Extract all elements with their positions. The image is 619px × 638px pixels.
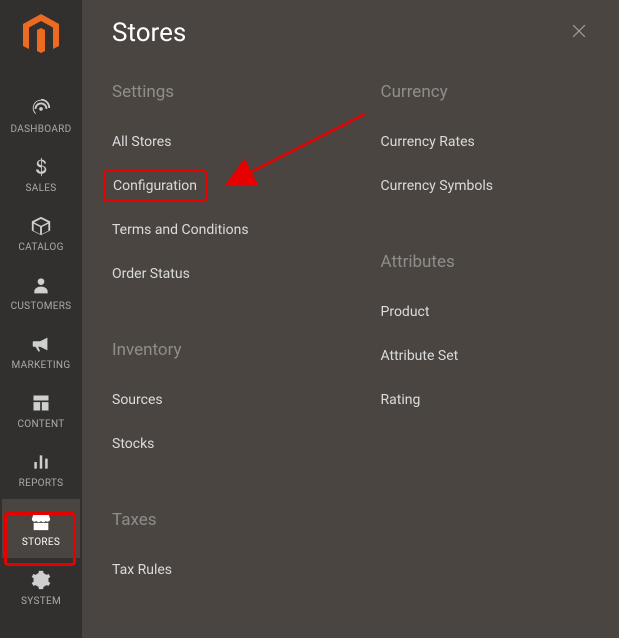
nav-dashboard[interactable]: Dashboard: [2, 86, 80, 145]
bar-chart-icon: [31, 450, 51, 474]
nav-customers[interactable]: Customers: [2, 263, 80, 322]
close-icon: [569, 21, 589, 41]
nav-label: Customers: [11, 301, 72, 312]
section-title: Taxes: [112, 510, 321, 530]
nav-system[interactable]: System: [2, 558, 80, 617]
section-currency: Currency Currency Rates Currency Symbols: [381, 82, 590, 204]
box-icon: [30, 214, 52, 238]
section-settings: Settings All Stores Configuration Terms …: [112, 82, 321, 292]
link-all-stores[interactable]: All Stores: [112, 124, 321, 160]
left-column: Settings All Stores Configuration Terms …: [112, 82, 321, 636]
link-currency-rates[interactable]: Currency Rates: [381, 124, 590, 160]
section-title: Settings: [112, 82, 321, 102]
section-taxes: Taxes Tax Rules: [112, 510, 321, 588]
layout-icon: [31, 391, 51, 415]
magento-logo-icon: [23, 14, 59, 56]
link-sources[interactable]: Sources: [112, 382, 321, 418]
link-product[interactable]: Product: [381, 294, 590, 330]
section-attributes: Attributes Product Attribute Set Rating: [381, 252, 590, 418]
link-currency-symbols[interactable]: Currency Symbols: [381, 168, 590, 204]
logo[interactable]: [23, 14, 59, 60]
person-icon: [31, 273, 51, 297]
stores-panel: Stores Settings All Stores Configuration…: [82, 0, 619, 638]
section-title: Attributes: [381, 252, 590, 272]
gear-icon: [31, 568, 51, 592]
nav-content[interactable]: Content: [2, 381, 80, 440]
panel-columns: Settings All Stores Configuration Terms …: [112, 82, 589, 636]
nav-label: Reports: [19, 478, 64, 489]
nav-stores[interactable]: Stores: [2, 499, 80, 558]
link-attribute-set[interactable]: Attribute Set: [381, 338, 590, 374]
nav-label: Sales: [26, 183, 57, 194]
nav-reports[interactable]: Reports: [2, 440, 80, 499]
link-rating[interactable]: Rating: [381, 382, 590, 418]
section-title: Inventory: [112, 340, 321, 360]
dollar-icon: [31, 155, 51, 179]
right-column: Currency Currency Rates Currency Symbols…: [381, 82, 590, 636]
main-sidebar: Dashboard Sales Catalog Customers Market…: [0, 0, 82, 638]
dashboard-icon: [30, 96, 52, 120]
panel-title: Stores: [112, 18, 186, 48]
section-title: Currency: [381, 82, 590, 102]
link-tax-rules[interactable]: Tax Rules: [112, 552, 321, 588]
link-configuration[interactable]: Configuration: [103, 170, 207, 202]
nav-label: Dashboard: [10, 124, 71, 135]
link-stocks[interactable]: Stocks: [112, 426, 321, 462]
nav-label: Stores: [22, 537, 60, 548]
nav-label: Catalog: [18, 242, 63, 253]
nav-label: Content: [17, 419, 64, 430]
nav-catalog[interactable]: Catalog: [2, 204, 80, 263]
nav-label: Marketing: [12, 360, 71, 371]
section-inventory: Inventory Sources Stocks: [112, 340, 321, 462]
link-terms-and-conditions[interactable]: Terms and Conditions: [112, 212, 321, 248]
close-button[interactable]: [569, 21, 589, 45]
nav-marketing[interactable]: Marketing: [2, 322, 80, 381]
megaphone-icon: [30, 332, 52, 356]
nav-label: System: [21, 596, 61, 607]
link-order-status[interactable]: Order Status: [112, 256, 321, 292]
nav-sales[interactable]: Sales: [2, 145, 80, 204]
panel-header: Stores: [112, 18, 589, 48]
store-icon: [30, 509, 52, 533]
